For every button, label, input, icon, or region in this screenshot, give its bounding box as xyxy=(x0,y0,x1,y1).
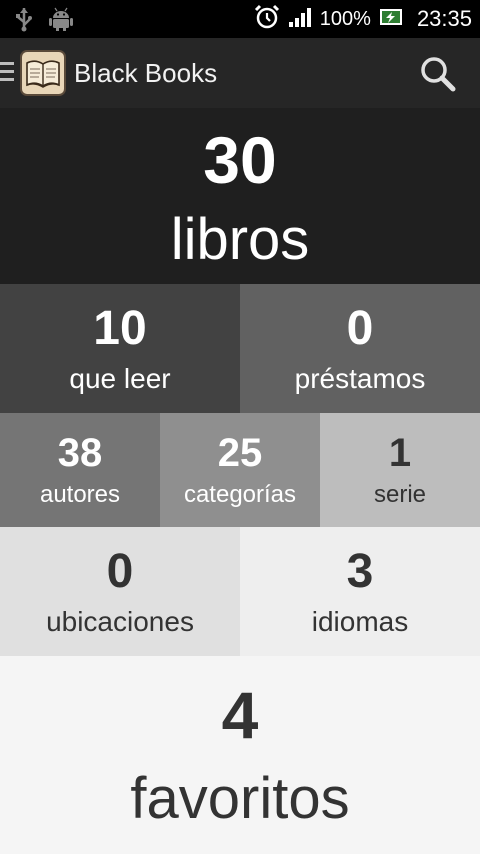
libros-label: libros xyxy=(170,207,310,272)
prestamos-count: 0 xyxy=(346,301,374,355)
idiomas-count: 3 xyxy=(346,544,374,598)
ubicaciones-label: ubicaciones xyxy=(46,605,194,637)
tile-favoritos[interactable]: 4 favoritos xyxy=(0,656,480,854)
tile-idiomas[interactable]: 3 idiomas xyxy=(240,527,480,656)
tile-categorias[interactable]: 25 categorías xyxy=(160,413,320,527)
action-bar: Black Books xyxy=(0,38,480,108)
favoritos-count: 4 xyxy=(221,678,259,752)
prestamos-label: préstamos xyxy=(294,362,426,394)
ubicaciones-count: 0 xyxy=(106,544,134,598)
categorias-label: categorías xyxy=(183,481,297,508)
alarm-icon xyxy=(254,4,280,35)
battery-charging-icon xyxy=(379,7,403,32)
autores-count: 38 xyxy=(57,431,103,475)
idiomas-label: idiomas xyxy=(311,605,409,637)
clock: 23:35 xyxy=(416,6,472,31)
usb-icon xyxy=(14,6,34,37)
libros-count: 30 xyxy=(203,123,277,197)
android-debug-icon xyxy=(48,6,74,37)
search-icon[interactable] xyxy=(418,54,458,94)
tile-libros[interactable]: 30 libros xyxy=(0,108,480,284)
tile-ubicaciones[interactable]: 0 ubicaciones xyxy=(0,527,240,656)
tile-autores[interactable]: 38 autores xyxy=(0,413,160,527)
autores-label: autores xyxy=(39,481,121,508)
tile-que-leer[interactable]: 10 que leer xyxy=(0,284,240,413)
serie-label: serie xyxy=(373,481,427,508)
battery-percent: 100% xyxy=(319,7,371,30)
drawer-menu-icon[interactable] xyxy=(0,62,14,84)
tile-serie[interactable]: 1 serie xyxy=(320,413,480,527)
app-title: Black Books xyxy=(74,58,218,88)
que-leer-count: 10 xyxy=(93,301,147,355)
app-logo-icon[interactable] xyxy=(20,50,66,96)
signal-icon xyxy=(288,6,312,33)
serie-count: 1 xyxy=(388,431,412,475)
favoritos-label: favoritos xyxy=(130,766,350,831)
categorias-count: 25 xyxy=(217,431,263,475)
que-leer-label: que leer xyxy=(69,362,171,394)
tile-prestamos[interactable]: 0 préstamos xyxy=(240,284,480,413)
status-bar: 100% 23:35 xyxy=(0,0,480,38)
